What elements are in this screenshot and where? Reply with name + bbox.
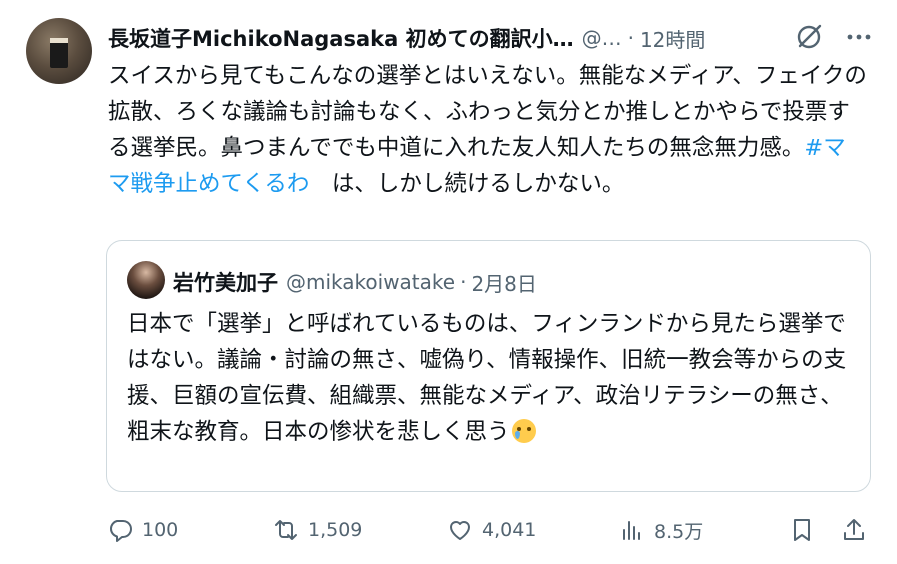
repost-icon [275,520,297,540]
action-bar: 100 1,509 4,041 8.5万 [106,510,876,550]
quoted-header-separator: · [460,270,467,294]
quoted-author-handle[interactable]: @mikakoiwatake [286,270,455,294]
tweet-text: スイスから見てもこんなの選挙とはいえない。無能なメディア、フェイクの拡散、ろくな… [108,58,868,202]
tweet-timestamp[interactable]: 12時間 [640,24,705,53]
like-count: 4,041 [482,519,537,541]
bookmark-icon [794,519,810,541]
header-separator: · [627,26,634,50]
more-options-icon[interactable] [844,24,874,50]
views-button[interactable]: 8.5万 [618,510,703,550]
grok-icon[interactable] [794,22,824,52]
reply-count: 100 [142,519,179,541]
reply-icon [110,520,132,542]
author-display-name[interactable]: 長坂道子MichikoNagasaka 初めての翻訳小… [108,23,574,53]
like-button[interactable]: 4,041 [446,510,536,550]
tweet-text-body: スイスから見てもこんなの選挙とはいえない。無能なメディア、フェイクの拡散、ろくな… [108,63,867,161]
author-handle[interactable]: @… [582,26,622,50]
tweet-header: 長坂道子MichikoNagasaka 初めての翻訳小… @… · 12時間 [108,22,888,54]
reply-button[interactable]: 100 [106,510,178,550]
repost-count: 1,509 [308,519,363,541]
crying-face-icon [511,419,536,443]
author-avatar[interactable] [26,18,92,84]
tweet-text-tail: は、しかし続けるしかない。 [331,171,625,197]
repost-button[interactable]: 1,509 [272,510,362,550]
bookmark-button[interactable] [788,510,816,550]
quoted-tweet-header: 岩竹美加子 @mikakoiwatake · 2月8日 [173,267,537,297]
quoted-tweet-text: 日本で「選挙」と呼ばれているものは、フィンランドから見たら選挙ではない。議論・討… [127,306,847,450]
quoted-tweet[interactable]: 岩竹美加子 @mikakoiwatake · 2月8日 日本で「選挙」と呼ばれて… [106,240,871,492]
quoted-timestamp[interactable]: 2月8日 [471,268,536,297]
quoted-text-body: 日本で「選挙」と呼ばれているものは、フィンランドから見たら選挙ではない。議論・討… [127,311,847,445]
share-icon [844,519,864,540]
share-button[interactable] [840,510,868,550]
views-count: 8.5万 [654,520,704,543]
views-icon [623,521,640,540]
quoted-author-avatar[interactable] [127,261,165,299]
quoted-author-name[interactable]: 岩竹美加子 [173,267,278,297]
heart-icon [450,521,470,540]
